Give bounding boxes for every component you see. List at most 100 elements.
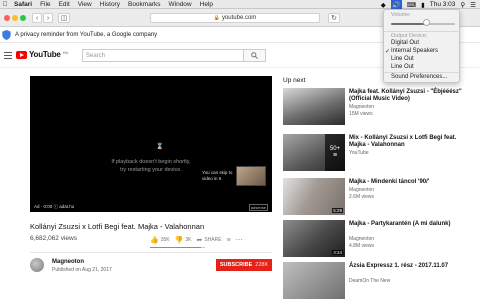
- volume-slider-fill: [391, 23, 427, 25]
- spotlight-icon[interactable]: ⚲: [460, 1, 465, 9]
- device-line-out-2[interactable]: Line Out: [391, 64, 414, 70]
- address-bar[interactable]: 🔒 youtube.com: [150, 13, 320, 23]
- chevron-right-icon: ›: [46, 14, 50, 22]
- menu-view[interactable]: View: [74, 1, 96, 8]
- keyboard-icon[interactable]: ⌨: [407, 1, 416, 9]
- hamburger-menu-icon[interactable]: [4, 52, 12, 59]
- divider: [384, 72, 461, 73]
- list-item[interactable]: 50+ ≡ Mix - Kollányi Zsuzsi x Lotfi Begi…: [283, 134, 473, 176]
- forward-button[interactable]: ›: [43, 13, 53, 23]
- menu-bar:  Safari File Edit View History Bookmark…: [0, 0, 480, 9]
- publish-date: Published on Aug 21, 2017: [52, 267, 112, 273]
- volume-label: Volume:: [391, 12, 411, 18]
- duration: 3:24: [332, 250, 343, 255]
- menu-edit[interactable]: Edit: [55, 1, 74, 8]
- up-next-heading: Up next: [283, 77, 306, 84]
- subscribe-button[interactable]: SUBSCRIBE 228K: [216, 259, 272, 271]
- device-internal-speakers[interactable]: Internal Speakers: [391, 48, 438, 54]
- list-item-title[interactable]: Mix - Kollányi Zsuzsi x Lotfi Begi feat.…: [349, 135, 471, 149]
- clock[interactable]: Thu 3:03: [430, 1, 456, 8]
- sidebar-button[interactable]: ◫: [58, 13, 70, 23]
- list-item-title[interactable]: Majka - Partykarantén (A mi dalunk): [349, 221, 471, 228]
- loading-spinner-icon: ⌛: [156, 144, 164, 150]
- add-to-playlist-icon: ≡: [226, 236, 231, 244]
- list-item[interactable]: Ázsia Expressz 1. rész - 2017.11.07 Deam…: [283, 262, 473, 304]
- volume-icon[interactable]: 🔊: [390, 0, 402, 9]
- close-window-button[interactable]: [4, 15, 10, 21]
- search-button[interactable]: [244, 49, 266, 62]
- shield-icon: [2, 30, 11, 40]
- volume-menu: Volume: Output Device: Digital Out ✓ Int…: [383, 9, 461, 83]
- add-to-button[interactable]: ≡: [227, 237, 231, 244]
- device-digital-out[interactable]: Digital Out: [391, 40, 419, 46]
- menu-app[interactable]: Safari: [10, 1, 36, 8]
- apple-icon[interactable]: : [0, 1, 10, 8]
- menu-file[interactable]: File: [36, 1, 54, 8]
- ad-info[interactable]: Ad · 0:00 ⓘ adat.hu: [34, 204, 74, 210]
- search-icon: [251, 52, 258, 59]
- list-item-channel: YouTube: [349, 150, 369, 156]
- ad-logo: adsense: [248, 204, 268, 211]
- zoom-window-button[interactable]: [20, 15, 26, 21]
- battery-icon[interactable]: ▮: [421, 1, 425, 9]
- logo-text: YouTube: [29, 50, 61, 59]
- like-button[interactable]: 👍 35K: [150, 236, 170, 244]
- video-player[interactable]: ⌛ If playback doesn't begin shortly, try…: [30, 76, 272, 212]
- list-item-title[interactable]: Majka - Mindenki táncol '90/': [349, 179, 471, 186]
- menu-window[interactable]: Window: [165, 1, 196, 8]
- reload-button[interactable]: ↻: [328, 13, 340, 23]
- list-item-channel: Magneoton: [349, 187, 375, 193]
- more-icon: ⋯: [235, 237, 243, 244]
- list-item-title[interactable]: Majka feat. Kollányi Zsuzsi - "Ébjééész"…: [349, 89, 471, 103]
- video-thumbnail[interactable]: 3:24: [283, 220, 345, 257]
- device-line-out[interactable]: Line Out: [391, 56, 414, 62]
- video-thumbnail[interactable]: [283, 88, 345, 125]
- minimize-window-button[interactable]: [12, 15, 18, 21]
- sidebar-icon: ◫: [60, 15, 68, 22]
- video-thumbnail[interactable]: 5:29: [283, 178, 345, 215]
- divider: [30, 252, 272, 253]
- thumbs-up-icon: 👍: [150, 237, 159, 244]
- like-count: 35K: [160, 237, 170, 243]
- sound-preferences-item[interactable]: Sound Preferences...: [391, 74, 447, 80]
- share-label: SHARE: [204, 237, 222, 243]
- dislike-count: 3K: [185, 237, 192, 243]
- channel-name[interactable]: Magneoton: [52, 259, 84, 265]
- list-item[interactable]: 5:29 Majka - Mindenki táncol '90/' Magne…: [283, 178, 473, 220]
- menu-bookmarks[interactable]: Bookmarks: [124, 1, 165, 8]
- share-button[interactable]: ➦ SHARE: [196, 236, 221, 244]
- video-thumbnail[interactable]: [283, 262, 345, 299]
- list-item-channel: DeamOn The New: [349, 278, 391, 284]
- lock-icon: 🔒: [213, 15, 220, 21]
- channel-avatar[interactable]: [30, 258, 44, 272]
- notification-icon[interactable]: ☰: [470, 1, 476, 9]
- list-item[interactable]: Majka feat. Kollányi Zsuzsi - "Ébjééész"…: [283, 88, 473, 130]
- thumbs-down-icon: 👎: [174, 237, 184, 244]
- dropbox-icon[interactable]: ◆: [381, 1, 386, 9]
- menu-help[interactable]: Help: [196, 1, 217, 8]
- list-item-channel: Magneoton: [349, 104, 375, 110]
- list-item-title[interactable]: Ázsia Expressz 1. rész - 2017.11.07: [349, 263, 471, 270]
- list-item-views: 4.8M views: [349, 243, 375, 249]
- skip-ad-thumbnail: [236, 166, 266, 186]
- list-item-views: 2.6M views: [349, 194, 375, 200]
- skip-ad-box[interactable]: You can skip to video in 5: [200, 164, 272, 188]
- like-ratio-bar: [150, 247, 205, 248]
- video-title: Kollányi Zsuzsi x Lotfi Begi feat. Majka…: [30, 222, 205, 231]
- search-input[interactable]: Search: [82, 49, 244, 62]
- volume-slider-knob[interactable]: [422, 19, 430, 26]
- view-count: 6,682,062 views: [30, 235, 77, 242]
- video-thumbnail[interactable]: 50+ ≡: [283, 134, 345, 171]
- url-text: youtube.com: [221, 15, 257, 21]
- play-logo-icon: [16, 50, 27, 59]
- back-button[interactable]: ‹: [32, 13, 42, 23]
- dislike-button[interactable]: 👎 3K: [175, 236, 192, 244]
- video-actions: 👍 35K 👎 3K ➦ SHARE ≡ ⋯: [150, 235, 272, 245]
- list-item[interactable]: 3:24 Majka - Partykarantén (A mi dalunk)…: [283, 220, 473, 262]
- more-button[interactable]: ⋯: [236, 236, 243, 244]
- list-item-channel: Magneoton: [349, 236, 375, 242]
- status-area: ◆ 🔊 ⌨ ▮ Thu 3:03 ⚲ ☰: [381, 0, 476, 9]
- menu-history[interactable]: History: [96, 1, 124, 8]
- youtube-logo[interactable]: YouTube HU: [16, 50, 68, 59]
- divider: [384, 31, 461, 32]
